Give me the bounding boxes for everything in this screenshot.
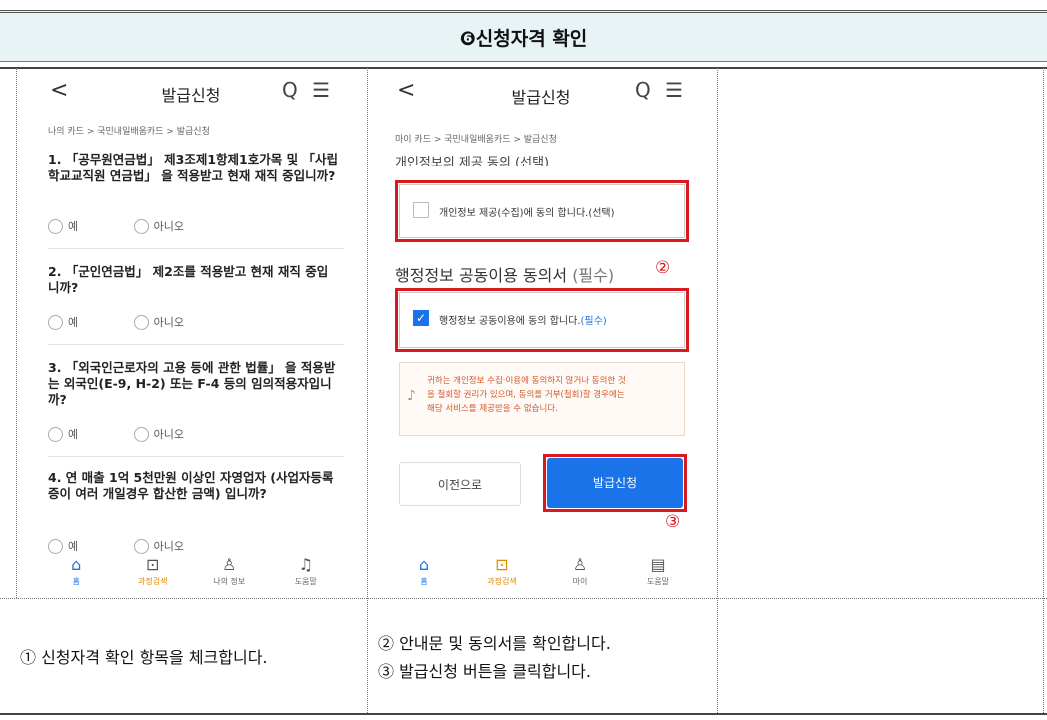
marker-2: ② (655, 258, 671, 278)
radio-no[interactable] (133, 314, 149, 330)
breadcrumb: 마이 카드 > 국민내일배움카드 > 발급신청 (395, 135, 557, 145)
section-title: ❻신청자격 확인 (0, 10, 1047, 62)
radio-no[interactable] (133, 538, 149, 554)
radio-yes[interactable] (48, 538, 63, 554)
app-header: < 발급신청 Q ☰ (38, 72, 344, 116)
partial-heading: 개인정보의 제공 동의 (선택) (395, 156, 550, 166)
home-icon: ⌂ (71, 555, 82, 574)
nav-help[interactable]: ▤ 도움말 (623, 556, 693, 587)
nav-home[interactable]: ⌂ 홈 (41, 556, 111, 587)
radio-no[interactable] (133, 426, 149, 442)
divider (48, 344, 344, 345)
caption-left: ① 신청자격 확인 항목을 체크합니다. (20, 648, 268, 667)
left-phone-screen: < 발급신청 Q ☰ 나의 카드 > 국민내일배움카드 > 발급신청 1. 「공… (38, 72, 344, 596)
bottom-nav: ⌂ 홈 ⊡ 과정검색 ♙ 나의 정보 ♫ 도움말 (38, 556, 344, 596)
answer-row-4: 예 아니오 (48, 538, 236, 554)
bell-icon: ♫ (298, 555, 313, 574)
breadcrumb: 나의 카드 > 국민내일배움카드 > 발급신청 (48, 127, 210, 137)
notice-text: 귀하는 개인정보 수집·이용에 동의하지 않거나 동의한 것 을 철회할 권리가… (427, 376, 626, 414)
right-phone-screen: < 발급신청 Q ☰ 마이 카드 > 국민내일배움카드 > 발급신청 개인정보의… (385, 72, 697, 596)
nav-my[interactable]: ♙ 마이 (545, 556, 615, 587)
nav-my-info[interactable]: ♙ 나의 정보 (194, 556, 264, 587)
answer-row-2: 예 아니오 (48, 314, 236, 330)
divider (0, 598, 1047, 599)
question-1: 1. 「공무원연금법」 제3조제1항제1호가목 및 「사립학교교직원 연금법」 … (48, 152, 338, 183)
search-menu-icon[interactable]: Q ☰ (282, 78, 334, 102)
required-consent-checkbox[interactable]: ✓ (413, 310, 429, 326)
marker-3: ③ (665, 512, 681, 532)
person-icon: ♙ (222, 555, 237, 574)
answer-row-3: 예 아니오 (48, 426, 236, 442)
nav-course-search[interactable]: ⊡ 과정검색 (467, 556, 537, 587)
caption-right-2: ③ 발급신청 버튼을 클릭합니다. (378, 662, 591, 681)
question-3: 3. 「외국인근로자의 고용 등에 관한 법률」 을 적용받는 외국인(E-9,… (48, 360, 336, 407)
nav-help[interactable]: ♫ 도움말 (271, 556, 341, 587)
bottom-nav: ⌂ 홈 ⊡ 과정검색 ♙ 마이 ▤ 도움말 (385, 556, 697, 596)
divider (48, 248, 344, 249)
app-header: < 발급신청 Q ☰ (385, 72, 697, 116)
document-table: ❻신청자격 확인 < 발급신청 Q ☰ 나의 카드 > 국민내일배움카드 > 발… (0, 0, 1047, 720)
search-doc-icon: ⊡ (146, 555, 160, 574)
section-heading: 행정정보 공동이용 동의서 (필수) (395, 266, 615, 285)
caption-right-1: ② 안내문 및 동의서를 확인합니다. (378, 634, 611, 653)
search-doc-icon: ⊡ (495, 555, 509, 574)
search-menu-icon[interactable]: Q ☰ (635, 78, 687, 102)
divider (367, 68, 368, 713)
nav-course-search[interactable]: ⊡ 과정검색 (118, 556, 188, 587)
radio-no[interactable] (133, 218, 149, 234)
apply-button[interactable]: 발급신청 (547, 458, 683, 508)
radio-yes[interactable] (48, 314, 63, 330)
home-icon: ⌂ (418, 555, 430, 574)
person-icon: ♙ (572, 555, 588, 574)
question-2: 2. 「군인연금법」 제2조를 적용받고 현재 재직 중입니까? (48, 264, 329, 295)
divider (16, 68, 17, 598)
divider (0, 67, 1047, 69)
required-consent-label: 행정정보 공동이용에 동의 합니다.(필수) (439, 316, 607, 327)
optional-consent-checkbox[interactable] (413, 202, 429, 218)
optional-consent-label: 개인정보 제공(수집)에 동의 합니다.(선택) (439, 208, 615, 219)
divider (0, 713, 1047, 715)
question-4: 4. 연 매출 1억 5천만원 이상인 자영업자 (사업자등록증이 여러 개일경… (48, 470, 334, 501)
radio-yes[interactable] (48, 426, 63, 442)
radio-yes[interactable] (48, 218, 63, 234)
mic-icon: ♪ (407, 388, 416, 404)
divider (717, 68, 718, 713)
book-icon: ▤ (650, 555, 666, 574)
divider (48, 456, 344, 457)
prev-button[interactable]: 이전으로 (399, 462, 521, 506)
divider (1043, 68, 1044, 713)
nav-home[interactable]: ⌂ 홈 (389, 556, 459, 587)
answer-row-1: 예 아니오 (48, 218, 236, 234)
